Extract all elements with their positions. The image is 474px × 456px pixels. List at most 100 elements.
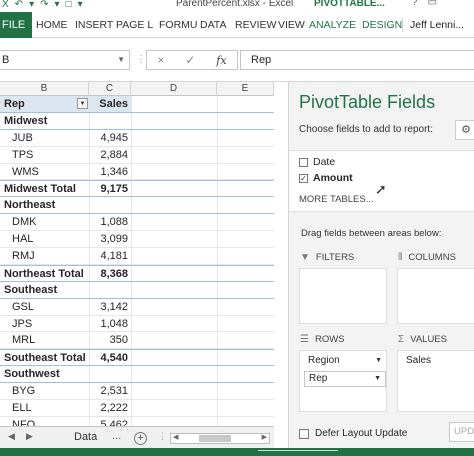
empty-cell[interactable]: [131, 96, 217, 112]
tab-design[interactable]: DESIGN: [362, 12, 402, 38]
row-label-cell[interactable]: JUB: [0, 130, 89, 146]
empty-cell[interactable]: [131, 281, 217, 298]
name-box[interactable]: B ▼: [0, 50, 130, 70]
touch-mode-icon[interactable]: □: [66, 0, 72, 10]
field-amount[interactable]: ✓ Amount: [299, 171, 353, 185]
redo-icon[interactable]: ↷: [40, 0, 48, 10]
undo-dropdown-icon[interactable]: ▾: [29, 0, 34, 10]
empty-cell[interactable]: [217, 163, 274, 180]
chevron-down-icon[interactable]: ▼: [374, 372, 381, 386]
scroll-left-icon[interactable]: ◀: [173, 433, 178, 441]
field-checkbox[interactable]: [299, 157, 308, 167]
empty-cell[interactable]: [131, 181, 217, 197]
row-label-cell[interactable]: Northeast Total: [0, 266, 89, 281]
sales-value-cell[interactable]: 1,088: [89, 214, 131, 231]
row-label-cell[interactable]: Southeast: [0, 282, 89, 298]
tab-review[interactable]: REVIEW: [235, 12, 276, 38]
row-label-cell[interactable]: WMS: [0, 164, 89, 180]
filter-dropdown-icon[interactable]: ▼: [77, 98, 88, 109]
sales-value-cell[interactable]: [89, 366, 131, 383]
sales-value-cell[interactable]: [89, 281, 131, 298]
values-area[interactable]: Σ VALUES Sales: [397, 334, 474, 412]
more-tables-link[interactable]: MORE TABLES...: [299, 194, 374, 205]
sales-header-cell[interactable]: Sales: [89, 96, 131, 112]
row-label-cell[interactable]: Southwest: [0, 366, 89, 382]
sales-value-cell[interactable]: 1,048: [89, 315, 131, 332]
split-handle-icon[interactable]: ⋮: [158, 431, 167, 442]
empty-cell[interactable]: [217, 298, 274, 315]
sales-value-cell[interactable]: 3,099: [89, 231, 131, 248]
column-header-e[interactable]: E: [217, 82, 274, 96]
empty-cell[interactable]: [131, 298, 217, 315]
empty-cell[interactable]: [217, 416, 274, 426]
empty-cell[interactable]: [131, 315, 217, 332]
chevron-down-icon[interactable]: ▼: [117, 51, 125, 69]
sales-value-cell[interactable]: 8,368: [89, 265, 131, 281]
enter-icon[interactable]: ✓: [185, 53, 195, 67]
empty-cell[interactable]: [131, 129, 217, 146]
empty-cell[interactable]: [217, 350, 274, 366]
formula-input[interactable]: Rep: [240, 50, 474, 70]
row-label-cell[interactable]: HAL: [0, 231, 89, 247]
column-header-c[interactable]: C: [89, 82, 131, 96]
empty-cell[interactable]: [217, 146, 274, 163]
empty-cell[interactable]: [131, 350, 217, 366]
empty-cell[interactable]: [131, 231, 217, 248]
tab-page-layout[interactable]: PAGE L: [116, 12, 153, 38]
cancel-icon[interactable]: ×: [157, 53, 164, 67]
rows-field-rep[interactable]: Rep ▼: [304, 371, 386, 387]
insert-function-icon[interactable]: fx: [216, 54, 226, 67]
empty-cell[interactable]: [217, 315, 274, 332]
row-label-cell[interactable]: Midwest Total: [0, 181, 89, 196]
empty-cell[interactable]: [217, 96, 274, 112]
empty-cell[interactable]: [217, 248, 274, 264]
rows-area[interactable]: ☰ ROWS Region ▼ Rep ▼: [299, 334, 387, 412]
defer-checkbox[interactable]: [299, 428, 309, 439]
columns-area[interactable]: ⦀ COLUMNS: [397, 252, 474, 324]
empty-cell[interactable]: [131, 332, 217, 349]
column-header-d[interactable]: D: [131, 82, 217, 96]
empty-cell[interactable]: [217, 366, 274, 383]
filters-area[interactable]: ▼ FILTERS: [299, 252, 387, 324]
row-label-cell[interactable]: NFO: [0, 417, 89, 426]
empty-cell[interactable]: [217, 383, 274, 400]
empty-cell[interactable]: [131, 146, 217, 163]
file-tab[interactable]: FILE: [0, 12, 32, 38]
empty-cell[interactable]: [217, 129, 274, 146]
sales-value-cell[interactable]: 2,884: [89, 146, 131, 163]
row-label-cell[interactable]: BYG: [0, 383, 89, 399]
empty-cell[interactable]: [217, 400, 274, 416]
empty-cell[interactable]: [131, 400, 217, 416]
defer-layout-update[interactable]: Defer Layout Update: [299, 428, 407, 439]
row-label-cell[interactable]: JPS: [0, 316, 89, 332]
zoom-slider[interactable]: [258, 450, 338, 454]
tab-home[interactable]: HOME: [36, 12, 68, 38]
empty-cell[interactable]: [217, 281, 274, 298]
tab-data[interactable]: DATA: [200, 12, 226, 38]
previous-sheet-icon[interactable]: ◀: [8, 431, 15, 442]
scroll-right-icon[interactable]: ▶: [262, 433, 267, 441]
more-sheets-button[interactable]: ...: [112, 430, 121, 442]
row-label-cell[interactable]: GSL: [0, 299, 89, 315]
horizontal-scrollbar[interactable]: ◀ ▶: [170, 433, 270, 444]
sales-value-cell[interactable]: [89, 197, 131, 214]
values-field-sales[interactable]: Sales: [402, 354, 474, 370]
tab-formulas[interactable]: FORMU: [159, 12, 198, 38]
field-date[interactable]: Date: [299, 155, 335, 169]
chevron-down-icon[interactable]: ▼: [375, 354, 382, 368]
row-label-cell[interactable]: Northeast: [0, 197, 89, 213]
ribbon-display-icon[interactable]: ▭: [428, 0, 437, 8]
empty-cell[interactable]: [131, 265, 217, 281]
tab-view[interactable]: VIEW: [278, 12, 305, 38]
sales-value-cell[interactable]: 2,531: [89, 383, 131, 400]
undo-icon[interactable]: ↶: [15, 0, 23, 10]
sales-value-cell[interactable]: 9,175: [89, 181, 131, 197]
sales-value-cell[interactable]: 4,945: [89, 129, 131, 146]
tab-insert[interactable]: INSERT: [75, 12, 113, 38]
add-sheet-button[interactable]: +: [134, 432, 147, 445]
customize-toolbar-icon[interactable]: ▾: [78, 0, 83, 10]
empty-cell[interactable]: [131, 248, 217, 264]
user-account[interactable]: Jeff Lenni...: [410, 12, 464, 38]
sales-value-cell[interactable]: 1,346: [89, 163, 131, 180]
row-label-cell[interactable]: TPS: [0, 147, 89, 163]
